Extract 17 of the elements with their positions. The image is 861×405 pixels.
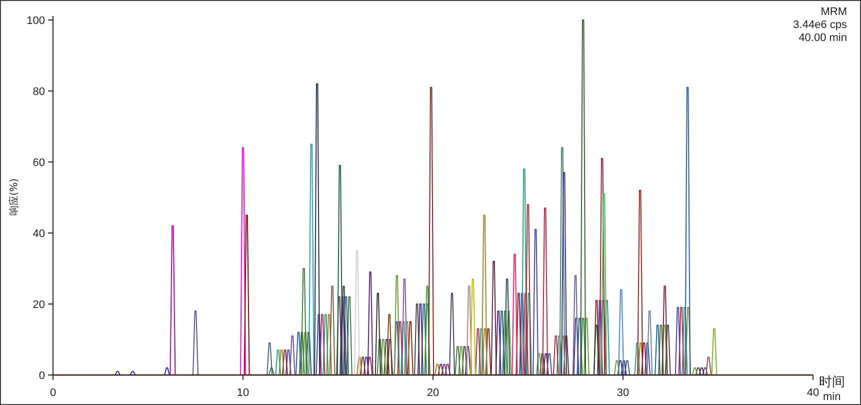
axis-title: 响应(%)	[9, 178, 20, 216]
axis-tick-label: 0	[50, 387, 56, 399]
axis-tick-label: 20	[32, 299, 45, 311]
axis-tick-label: 40	[32, 228, 45, 240]
axis-tick-label: 80	[32, 86, 45, 98]
axis-tick-label: 30	[616, 387, 630, 399]
info-text: MRM	[820, 6, 847, 18]
axis-tick-label: 40	[806, 387, 820, 399]
axis-tick-label: 10	[236, 387, 250, 399]
axis-tick-label: 100	[26, 15, 45, 27]
axis-unit: min	[823, 391, 841, 403]
axis-tick-label: 20	[426, 387, 440, 399]
axis-tick-label: 60	[32, 157, 45, 169]
info-text: 3.44e6 cps	[793, 19, 847, 31]
axis-title: 时间	[819, 375, 845, 390]
axis-tick-label: 0	[38, 370, 45, 382]
info-text: 40.00 min	[798, 32, 847, 44]
